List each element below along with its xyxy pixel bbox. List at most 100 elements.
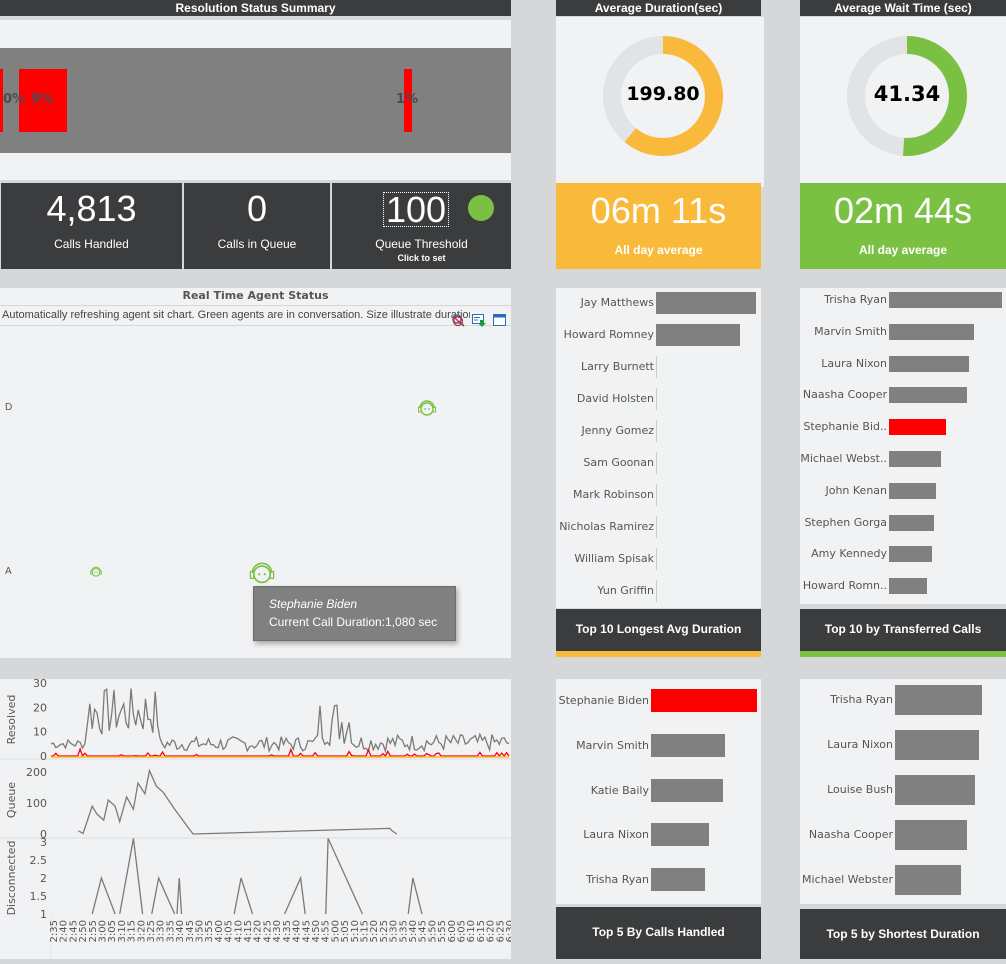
bar-row[interactable]: Nicholas Ramirez — [556, 516, 761, 538]
top10-transferred-accent — [800, 651, 1006, 657]
agent-icon[interactable] — [416, 398, 438, 416]
bar[interactable] — [889, 546, 932, 563]
top10-transferred-panel: Trisha Ryan Marvin Smith Laura Nixon Naasha… — [800, 288, 1006, 604]
bar-row[interactable]: Jay Matthews — [556, 292, 761, 314]
bar-row[interactable]: Stephanie Biden — [556, 689, 761, 712]
bar[interactable] — [889, 323, 974, 340]
bar-row[interactable]: Trisha Ryan — [800, 292, 1006, 308]
bar[interactable] — [889, 578, 928, 595]
bar-row[interactable]: Sam Goonan — [556, 452, 761, 474]
bar-label: Louise Bush — [827, 783, 893, 796]
agent-status-panel: Real Time Agent Status Automatically ref… — [0, 288, 511, 658]
bar[interactable] — [656, 516, 657, 538]
bar-row[interactable]: Howard Romney — [556, 324, 761, 346]
bar-row[interactable]: Amy Kennedy — [800, 546, 1006, 563]
bar[interactable] — [889, 292, 1002, 308]
bar-row[interactable]: Michael Webst.. — [800, 451, 1006, 467]
y-tick-label: 1.5 — [30, 890, 48, 903]
top5-shortest-title: Top 5 by Shortest Duration — [826, 927, 980, 941]
agent-icon-selected[interactable] — [247, 559, 277, 584]
top10-duration-footer: Top 10 Longest Avg Duration — [556, 609, 761, 651]
resolution-label-0: 0% — [3, 92, 26, 107]
bar-row[interactable]: Laura Nixon — [800, 730, 1006, 760]
bar[interactable] — [656, 484, 657, 506]
bar-row[interactable]: John Kenan — [800, 482, 1006, 499]
bar-row[interactable]: Howard Romn.. — [800, 578, 1006, 595]
bar-label: Nicholas Ramirez — [559, 520, 654, 533]
top5-calls-footer: Top 5 By Calls Handled — [556, 907, 761, 959]
bar-row[interactable]: Mark Robinson — [556, 484, 761, 506]
bar-row[interactable]: Louise Bush — [800, 775, 1006, 805]
clear-filter-icon[interactable] — [451, 313, 465, 327]
bar-row[interactable]: Laura Nixon — [556, 823, 761, 847]
bar[interactable] — [651, 733, 726, 757]
y-tick-label: 2 — [40, 872, 47, 885]
row-label-a: A — [5, 566, 12, 577]
bar[interactable] — [889, 419, 946, 436]
avg-duration-tile: 06m 11s All day average — [556, 183, 761, 269]
bar[interactable] — [651, 778, 724, 802]
bar-row[interactable]: Stephanie Bid.. — [800, 419, 1006, 436]
maximize-icon[interactable] — [493, 314, 506, 326]
bar[interactable] — [895, 820, 968, 850]
bar[interactable] — [889, 355, 970, 372]
bar-row[interactable]: Katie Baily — [556, 778, 761, 802]
bar-row[interactable]: Naasha Cooper — [800, 820, 1006, 850]
bar-row[interactable]: Larry Burnett — [556, 356, 761, 378]
bar-row[interactable]: David Holsten — [556, 388, 761, 410]
bar[interactable] — [656, 292, 756, 314]
click-to-set-hint[interactable]: Click to set — [332, 253, 511, 263]
bar[interactable] — [656, 420, 657, 442]
bar-row[interactable]: Trisha Ryan — [800, 685, 1006, 715]
bar[interactable] — [895, 775, 976, 805]
bar-label: John Kenan — [825, 483, 887, 497]
bar[interactable] — [651, 868, 706, 892]
bar[interactable] — [656, 356, 657, 378]
bar-row[interactable]: Stephen Gorga — [800, 514, 1006, 531]
bar[interactable] — [895, 730, 980, 760]
bar-label: Naasha Cooper — [802, 388, 887, 402]
resolution-title: Resolution Status Summary — [0, 0, 511, 16]
bar[interactable] — [656, 580, 657, 602]
bar[interactable] — [656, 548, 657, 570]
bar-label: Marvin Smith — [814, 324, 887, 338]
bar-row[interactable]: Laura Nixon — [800, 355, 1006, 372]
export-icon[interactable] — [472, 314, 486, 327]
bar[interactable] — [656, 452, 657, 474]
top10-transferred-title: Top 10 by Transferred Calls — [824, 622, 982, 636]
bar-row[interactable]: Jenny Gomez — [556, 420, 761, 442]
threshold-value-field[interactable]: 100 — [383, 192, 449, 228]
bar[interactable] — [889, 482, 937, 499]
bar[interactable] — [895, 685, 982, 715]
bar-label: Howard Romney — [563, 328, 654, 341]
bar[interactable] — [656, 388, 657, 410]
bar[interactable] — [889, 451, 941, 467]
kpi-value: 4,813 — [46, 188, 137, 229]
resolution-panel: 0% 9% 1% — [0, 20, 511, 180]
agent-status-title: Real Time Agent Status — [0, 288, 511, 306]
bar-label: Laura Nixon — [827, 738, 893, 751]
bar-label: Howard Romn.. — [802, 579, 887, 593]
bar[interactable] — [651, 689, 757, 712]
bar-row[interactable]: Trisha Ryan — [556, 868, 761, 892]
bar[interactable] — [895, 865, 962, 895]
bar-row[interactable]: Naasha Cooper — [800, 387, 1006, 404]
bar-row[interactable]: Yun Griffin — [556, 580, 761, 602]
y-tick-label: 20 — [33, 701, 47, 714]
bar-label: Stephanie Biden — [558, 694, 649, 707]
kpi-queue-threshold[interactable]: 100 Queue Threshold Click to set — [332, 183, 511, 269]
y-axis-label: Queue — [5, 782, 18, 818]
bar[interactable] — [889, 514, 935, 531]
y-tick-label: 0 — [40, 750, 47, 763]
series-disconnected-line — [119, 838, 144, 915]
bar-row[interactable]: Marvin Smith — [556, 733, 761, 757]
kpi-label: Calls in Queue — [217, 237, 297, 251]
bar[interactable] — [889, 387, 967, 404]
bar-row[interactable]: Marvin Smith — [800, 323, 1006, 340]
bar[interactable] — [656, 324, 740, 346]
bar[interactable] — [651, 823, 710, 847]
bar-label: Mark Robinson — [573, 488, 654, 501]
bar-row[interactable]: Michael Webster — [800, 865, 1006, 895]
agent-icon[interactable] — [89, 565, 103, 577]
bar-row[interactable]: William Spisak — [556, 548, 761, 570]
